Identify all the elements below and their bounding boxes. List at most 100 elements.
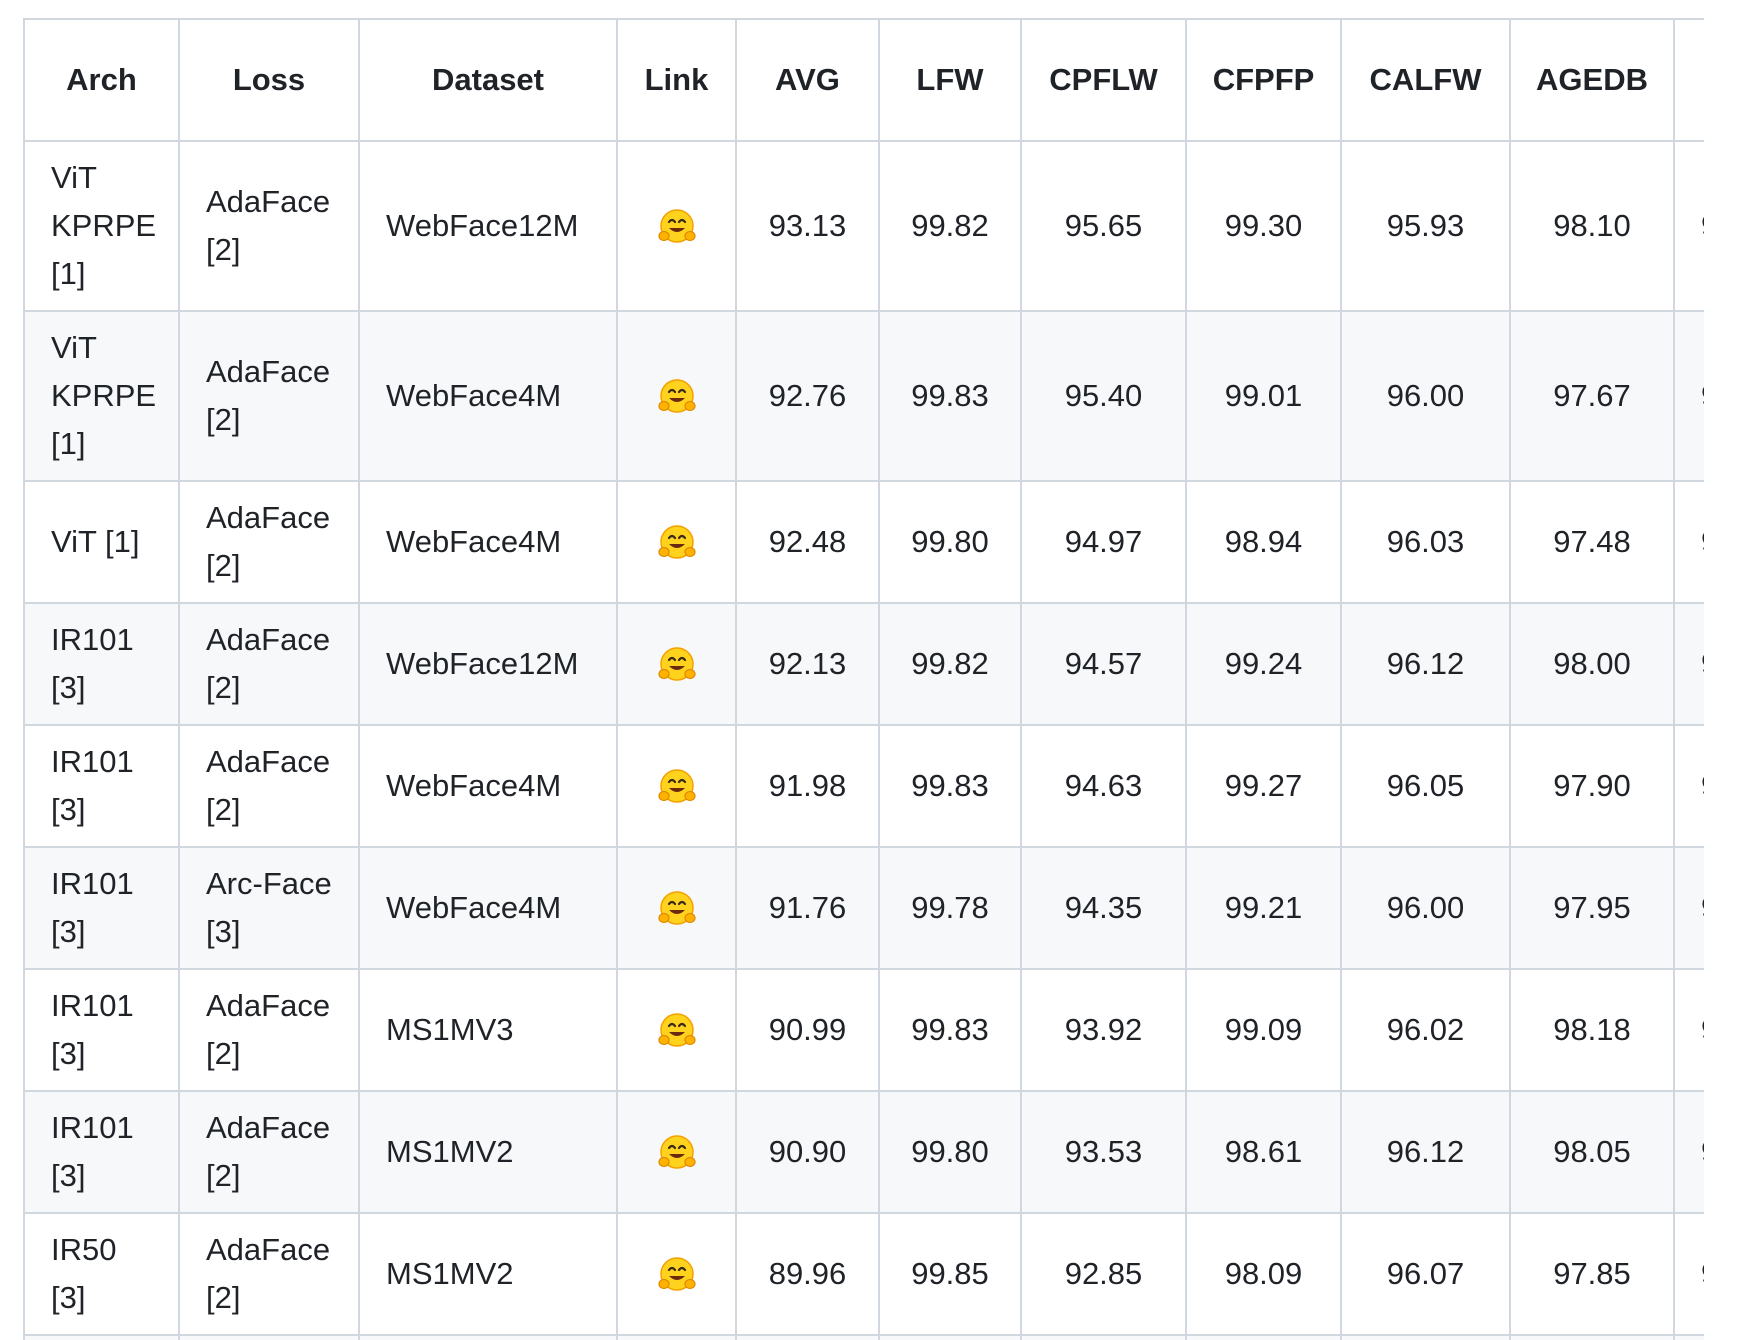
lfw-cell: 99.83 [878,968,1022,1092]
dataset-text: WebFace4M [386,890,562,925]
model-link[interactable] [657,204,697,246]
dataset-text: WebFace4M [386,378,562,413]
lfw-cell: 99.82 [878,140,1022,312]
loss-cell: AdaFace [2] [178,1090,360,1214]
cfpfp-cell: 99.09 [1185,968,1342,1092]
cpflw-cell: 94.35 [1020,846,1187,970]
avg-cell: 92.48 [735,480,880,604]
link-cell [616,1090,737,1214]
header-loss: Loss [178,18,360,142]
table-row: IR101 [3] AdaFace [2] WebFace12M 92.13 9… [23,602,1704,726]
partial-cell [1340,1334,1511,1340]
table-row: ViT KPRPE [1] AdaFace [2] WebFace4M 92.7… [23,310,1704,482]
table-row: ViT [1] AdaFace [2] WebFace4M 92.48 99.8… [23,480,1704,604]
dataset-text: WebFace4M [386,524,562,559]
cpflw-cell: 94.63 [1020,724,1187,848]
partial-cell [616,1334,737,1340]
table-body: ViT KPRPE [1] AdaFace [2] WebFace12M 93.… [23,140,1704,1340]
calfw-cell: 96.12 [1340,602,1511,726]
loss-cell: AdaFace [2] [178,310,360,482]
table-row: IR101 [3] Arc-Face [3] WebFace4M 91.76 9… [23,846,1704,970]
header-agedb: AGEDB [1509,18,1675,142]
calfw-cell: 96.00 [1340,310,1511,482]
loss-text: AdaFace [2] [206,184,331,267]
calfw-cell: 96.00 [1340,846,1511,970]
agedb-cell: 97.48 [1509,480,1675,604]
arch-text: IR101 [3] [51,1110,134,1193]
avg-cell: 90.90 [735,1090,880,1214]
arch-cell: ViT [1] [23,480,180,604]
model-link[interactable] [657,520,697,562]
loss-text: AdaFace [2] [206,988,331,1071]
agedb-cell: 97.85 [1509,1212,1675,1336]
model-link[interactable] [657,764,697,806]
model-link[interactable] [657,1130,697,1172]
lfw-cell: 99.83 [878,724,1022,848]
agedb-cell: 97.95 [1509,846,1675,970]
header-avg: AVG [735,18,880,142]
avg-cell: 91.76 [735,846,880,970]
arch-cell: IR101 [3] [23,968,180,1092]
header-truncated [1673,18,1704,142]
dataset-text: WebFace12M [386,646,579,681]
arch-text: IR50 [3] [51,1232,117,1315]
model-link[interactable] [657,1008,697,1050]
cpflw-cell: 95.65 [1020,140,1187,312]
arch-text: ViT KPRPE [1] [51,160,157,291]
model-link[interactable] [657,642,697,684]
cfpfp-cell: 99.27 [1185,724,1342,848]
hugging-face-icon [657,767,697,807]
cpflw-cell: 95.40 [1020,310,1187,482]
hugging-face-icon [657,1133,697,1173]
model-link[interactable] [657,1252,697,1294]
arch-text: IR101 [3] [51,988,134,1071]
truncated-cell: 9 [1673,1212,1704,1336]
dataset-text: MS1MV2 [386,1256,514,1291]
dataset-cell: WebFace4M [358,310,618,482]
partial-cell [735,1334,880,1340]
loss-text: AdaFace [2] [206,354,331,437]
cfpfp-cell: 98.94 [1185,480,1342,604]
loss-text: AdaFace [2] [206,622,331,705]
hugging-face-icon [657,889,697,929]
agedb-cell: 97.67 [1509,310,1675,482]
loss-text: AdaFace [2] [206,744,331,827]
cpflw-cell: 92.85 [1020,1212,1187,1336]
cfpfp-cell: 98.61 [1185,1090,1342,1214]
dataset-cell: MS1MV2 [358,1090,618,1214]
model-link[interactable] [657,374,697,416]
avg-cell: 90.99 [735,968,880,1092]
arch-cell: IR101 [3] [23,602,180,726]
calfw-cell: 96.05 [1340,724,1511,848]
dataset-text: WebFace4M [386,768,562,803]
calfw-cell: 96.03 [1340,480,1511,604]
link-cell [616,724,737,848]
loss-text: AdaFace [2] [206,1110,331,1193]
header-dataset: Dataset [358,18,618,142]
dataset-cell: WebFace4M [358,846,618,970]
avg-cell: 92.13 [735,602,880,726]
link-cell [616,1212,737,1336]
header-link: Link [616,18,737,142]
partial-cell [23,1334,180,1340]
truncated-cell: 9 [1673,1090,1704,1214]
header-cpflw: CPFLW [1020,18,1187,142]
partial-cell [178,1334,360,1340]
table-header-row: Arch Loss Dataset Link AVG LFW CPFLW CFP… [23,18,1704,142]
table-row-partial [23,1334,1704,1340]
partial-cell [1509,1334,1675,1340]
dataset-text: WebFace12M [386,208,579,243]
avg-cell: 91.98 [735,724,880,848]
cfpfp-cell: 98.09 [1185,1212,1342,1336]
header-cfpfp: CFPFP [1185,18,1342,142]
truncated-cell: 9 [1673,724,1704,848]
dataset-cell: WebFace12M [358,602,618,726]
agedb-cell: 97.90 [1509,724,1675,848]
calfw-cell: 96.12 [1340,1090,1511,1214]
agedb-cell: 98.18 [1509,968,1675,1092]
lfw-cell: 99.80 [878,1090,1022,1214]
hugging-face-icon [657,1255,697,1295]
truncated-cell: 9 [1673,140,1704,312]
model-link[interactable] [657,886,697,928]
arch-cell: IR101 [3] [23,1090,180,1214]
